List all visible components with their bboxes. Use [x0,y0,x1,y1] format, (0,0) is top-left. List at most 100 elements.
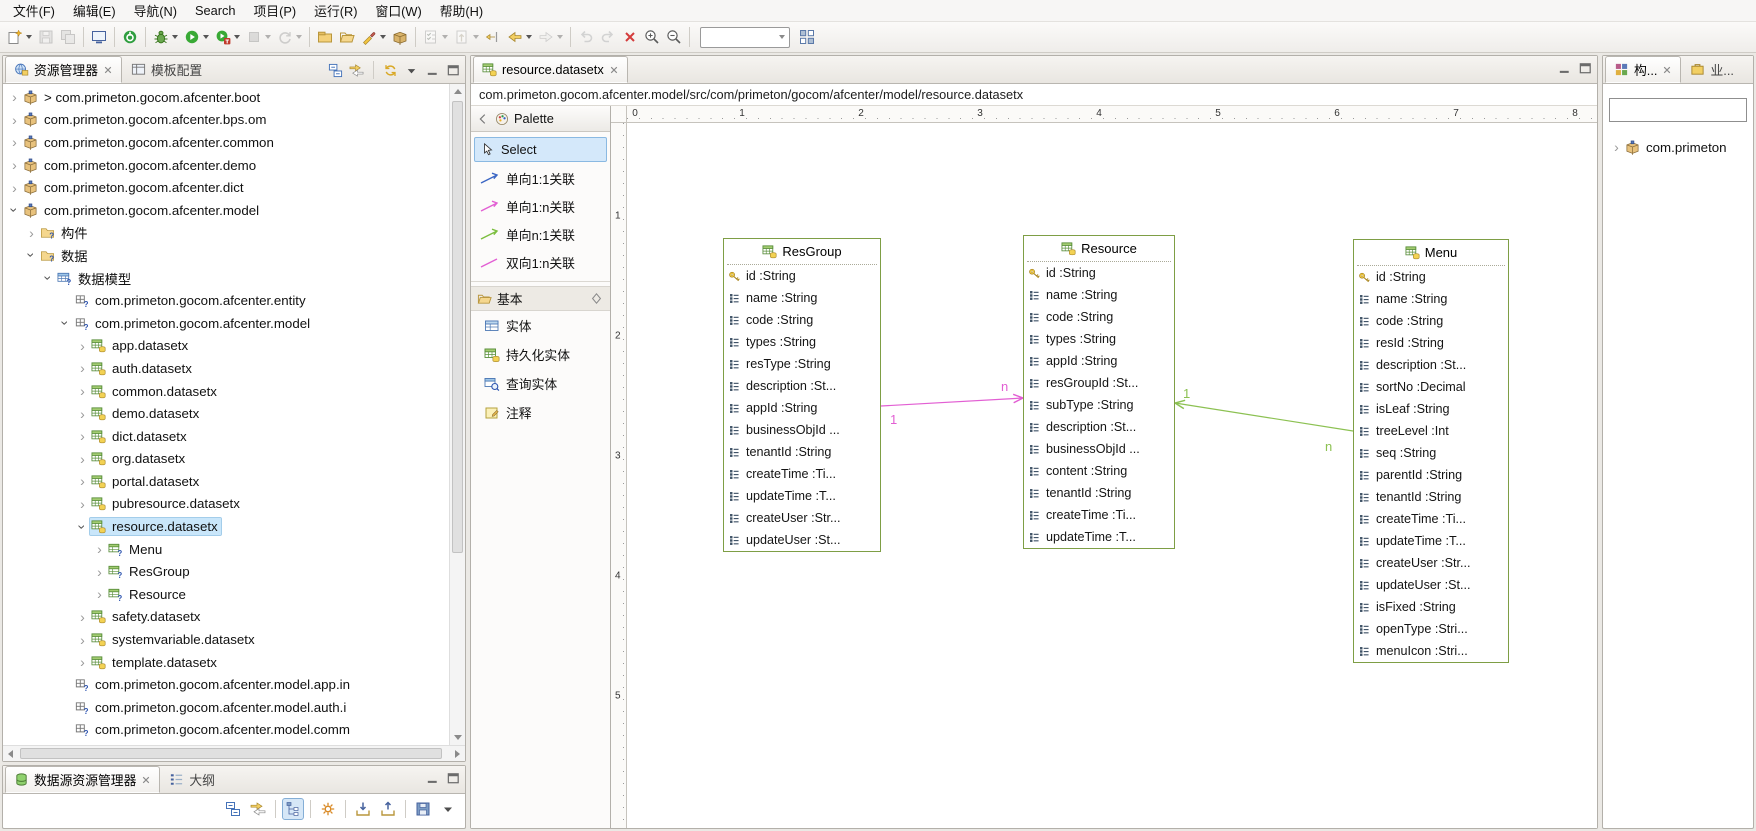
expand-arrow-icon[interactable]: › [75,633,90,647]
last-edit-location-button[interactable] [482,25,504,49]
tree-item[interactable]: ›template.datasetx [3,651,449,674]
expand-arrow-icon[interactable]: › [75,361,90,375]
dropdown-arrow-icon[interactable] [296,35,302,39]
link-with-editor-button[interactable] [349,63,364,78]
entity-field[interactable]: createTime :Ti... [1024,504,1174,526]
tree-item[interactable]: ›common.datasetx [3,380,449,403]
expand-arrow-icon[interactable]: › [75,610,90,624]
collapse-arrow-icon[interactable]: › [25,248,39,263]
stop-button[interactable] [243,25,274,49]
tree-item[interactable]: ›org.datasetx [3,448,449,471]
expand-arrow-icon[interactable]: › [92,565,107,579]
tree-item[interactable]: ›pubresource.datasetx [3,493,449,516]
dropdown-arrow-icon[interactable] [172,35,178,39]
dropdown-arrow-icon[interactable] [442,35,448,39]
entity-field[interactable]: createUser :Str... [724,507,880,529]
scroll-right-icon[interactable] [455,750,460,758]
entity-field[interactable]: name :String [1024,284,1174,306]
tab-大纲[interactable]: 大纲 [160,766,224,793]
menubar-item[interactable]: 编辑(E) [64,0,125,22]
tab-resource-datasetx[interactable]: resource.datasetx [473,56,628,83]
horizontal-ruler[interactable]: 012345678 [627,106,1597,123]
zoom-in-button[interactable] [641,25,663,49]
palette-item-query-entity[interactable]: 查询实体 [471,369,610,398]
close-icon[interactable] [1662,65,1672,75]
expand-arrow-icon[interactable]: › [75,429,90,443]
entity-field[interactable]: content :String [1024,460,1174,482]
scrollbar-thumb[interactable] [20,748,442,759]
entity-resgroup[interactable]: ResGroupid :Stringname :Stringcode :Stri… [723,238,881,552]
entity-title[interactable]: ResGroup [727,239,877,265]
minimize-button[interactable] [1557,61,1572,76]
close-icon[interactable] [609,65,619,75]
tree-item[interactable]: ›?ResGroup [3,560,449,583]
entity-field[interactable]: resType :String [724,353,880,375]
expand-arrow-icon[interactable]: › [92,587,107,601]
entity-field[interactable]: menuIcon :Stri... [1354,640,1508,662]
tree-item[interactable]: ›app.datasetx [3,335,449,358]
configure-button[interactable] [317,798,339,820]
link-with-editor-button[interactable] [247,798,269,820]
menubar-item[interactable]: 帮助(H) [431,0,492,22]
entity-field[interactable]: types :String [1024,328,1174,350]
tree-item[interactable]: ›?数据模型 [3,267,449,290]
run-coverage-button[interactable] [212,25,243,49]
refresh-button[interactable] [383,63,398,78]
tree-item[interactable]: ›auth.datasetx [3,357,449,380]
entity-field[interactable]: businessObjId ... [724,419,880,441]
scrollbar-thumb[interactable] [452,101,463,553]
expand-arrow-icon[interactable]: › [7,135,22,149]
palette-tool-rel-one-n[interactable]: 单向1:n关联 [471,192,610,220]
tree-item[interactable]: ›com.primeton.gocom.afcenter.demo [3,154,449,177]
task-list-button[interactable] [420,25,451,49]
export-button[interactable] [377,798,399,820]
tree-item[interactable]: ›com.primeton.gocom.afcenter.common [3,131,449,154]
entity-field[interactable]: updateTime :T... [1354,530,1508,552]
palette-tool-cursor[interactable]: Select [474,137,607,162]
tab-构-[interactable]: 构... [1605,56,1681,83]
dropdown-arrow-icon[interactable] [473,35,479,39]
tree-item[interactable]: ›com.primeton [1605,136,1753,159]
entity-field[interactable]: businessObjId ... [1024,438,1174,460]
load-bundle-button[interactable] [389,25,411,49]
maximize-button[interactable] [1578,61,1593,76]
tab-业-[interactable]: 业... [1681,56,1742,83]
tree-item[interactable]: ›?com.primeton.gocom.afcenter.model [3,312,449,335]
expand-arrow-icon[interactable]: › [75,339,90,353]
tree-item[interactable]: ›com.primeton.gocom.afcenter.dict [3,176,449,199]
close-icon[interactable] [141,775,151,785]
redo-button[interactable] [597,25,619,49]
entity-field[interactable]: description :St... [1024,416,1174,438]
tree-item[interactable]: ›?Menu [3,538,449,561]
relation-resgroup-to-resource[interactable]: 1n [881,379,1023,427]
entity-field[interactable]: tenantId :String [1024,482,1174,504]
tree-item[interactable]: ›> com.primeton.gocom.afcenter.boot [3,86,449,109]
palette-item-persistent-entity[interactable]: 持久化实体 [471,340,610,369]
entity-field[interactable]: updateUser :St... [724,529,880,551]
entity-field[interactable]: isFixed :String [1354,596,1508,618]
dropdown-arrow-icon[interactable] [557,35,563,39]
tree-item[interactable]: ?com.primeton.gocom.afcenter.model.auth.… [3,696,449,719]
expand-arrow-icon[interactable]: › [7,113,22,127]
close-icon[interactable] [103,65,113,75]
tree-item[interactable]: ?com.primeton.gocom.afcenter.entity [3,289,449,312]
vertical-ruler[interactable]: 12345 [611,123,627,828]
entity-field[interactable]: appId :String [1024,350,1174,372]
menubar-item[interactable]: 文件(F) [4,0,64,22]
entity-field[interactable]: resGroupId :St... [1024,372,1174,394]
expand-arrow-icon[interactable]: › [7,158,22,172]
expand-arrow-icon[interactable]: › [1609,140,1624,154]
collapse-arrow-icon[interactable]: › [59,316,73,331]
entity-field[interactable]: name :String [724,287,880,309]
tree-item[interactable]: ›com.primeton.gocom.afcenter.bps.om [3,109,449,132]
format-brush-button[interactable] [358,25,389,49]
tree-item[interactable]: ?com.primeton.gocom.afcenter.model.comm [3,719,449,742]
collapse-arrow-icon[interactable]: › [76,519,90,534]
entity-field[interactable]: seq :String [1354,442,1508,464]
import-button[interactable] [352,798,374,820]
tree-item[interactable]: ›demo.datasetx [3,402,449,425]
tree-item[interactable]: ›com.primeton.gocom.afcenter.model [3,199,449,222]
relation-menu-to-resource[interactable]: n1 [1175,386,1353,454]
open-resource-button[interactable] [314,25,336,49]
entity-field[interactable]: id :String [1354,266,1508,288]
